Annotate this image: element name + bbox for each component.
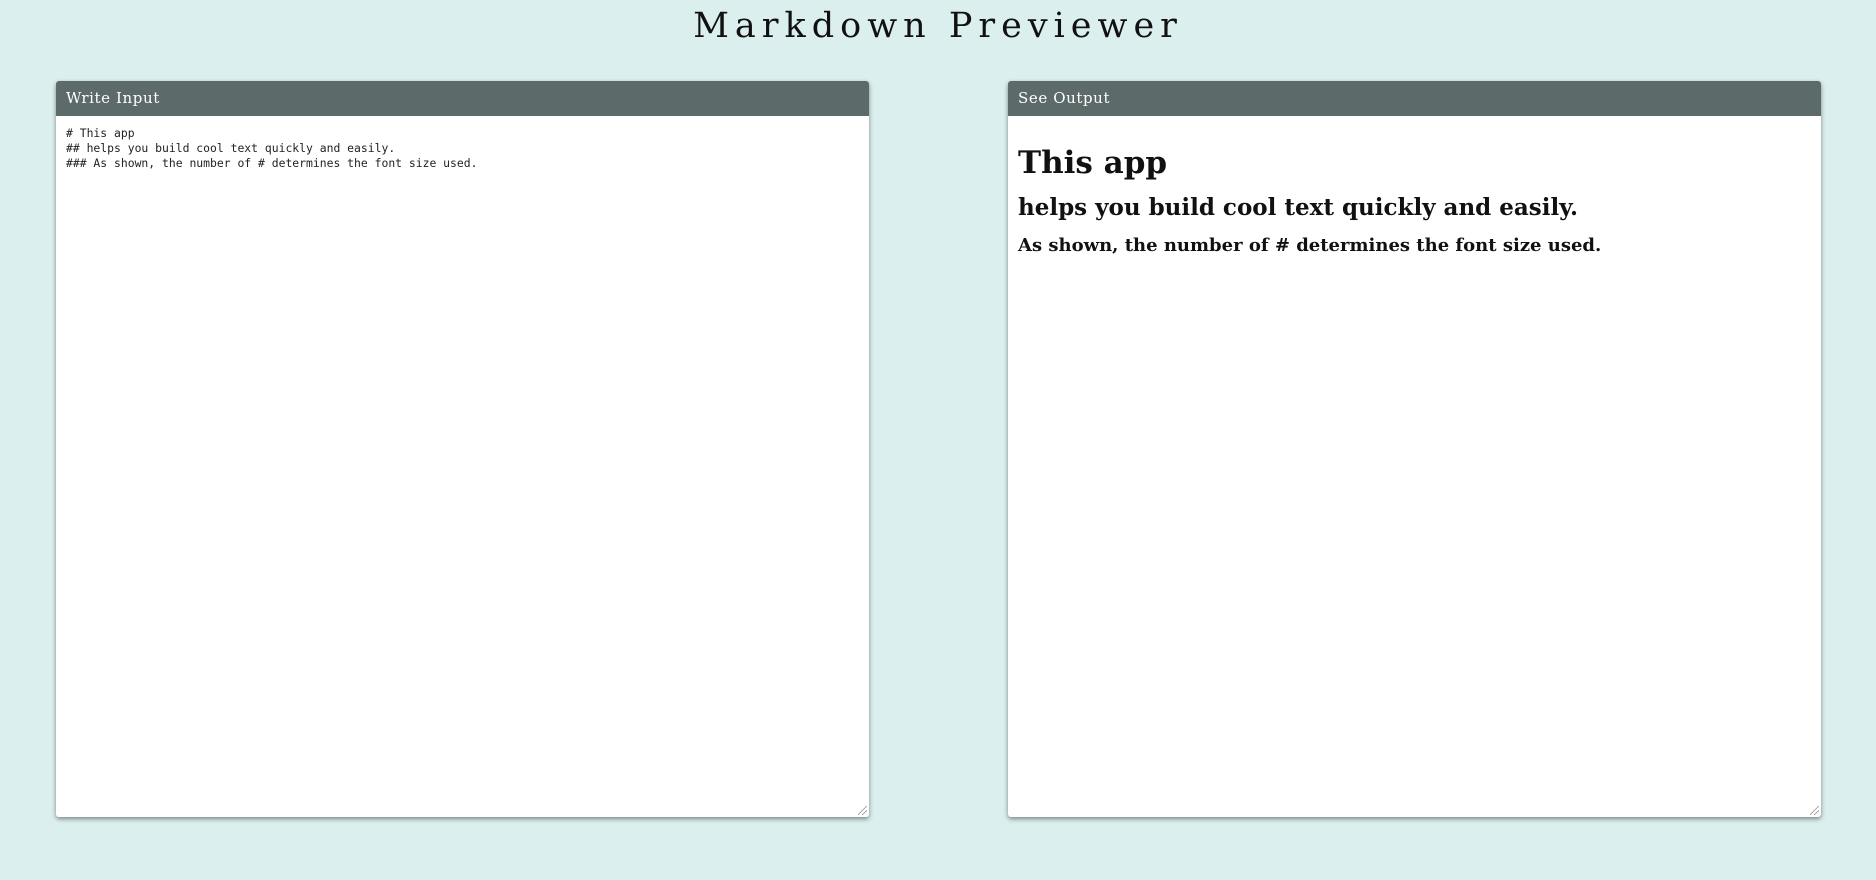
preview-heading-1: This app (1018, 145, 1168, 181)
resize-handle-icon[interactable] (1810, 806, 1819, 815)
preview-heading-2: helps you build cool text quickly and ea… (1018, 194, 1578, 221)
page-title: Markdown Previewer (693, 6, 1183, 46)
preview-heading-3: As shown, the number of # determines the… (1018, 235, 1602, 256)
markdown-preview: This app helps you build cool text quick… (1008, 116, 1821, 817)
input-panel: Write Input (56, 81, 869, 817)
resize-handle-icon[interactable] (858, 806, 867, 815)
output-panel-header: See Output (1008, 81, 1821, 116)
markdown-editor[interactable] (56, 116, 869, 817)
output-panel: See Output This app helps you build cool… (1008, 81, 1821, 817)
input-panel-header: Write Input (56, 81, 869, 116)
